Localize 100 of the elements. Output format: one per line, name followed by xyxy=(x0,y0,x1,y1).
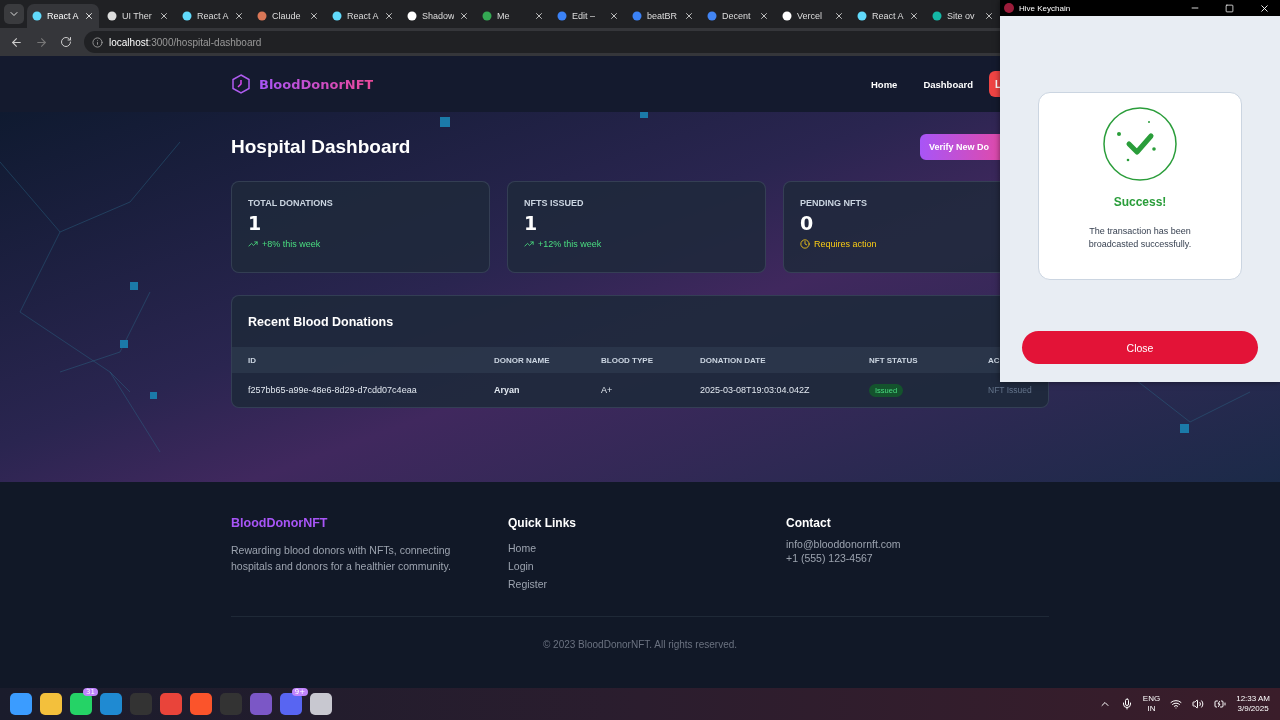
page-title: Hospital Dashboard xyxy=(231,136,411,158)
browser-tab[interactable]: UI Ther xyxy=(102,4,174,28)
check-circle-icon xyxy=(1103,107,1177,181)
taskbar-app-icon[interactable] xyxy=(70,693,92,715)
taskbar-app-icon[interactable] xyxy=(40,693,62,715)
table-cell-text: A+ xyxy=(601,385,614,395)
reload-icon[interactable] xyxy=(60,36,72,48)
stat-label: TOTAL DONATIONS xyxy=(248,198,334,208)
volume-icon[interactable] xyxy=(1192,698,1205,710)
footer-link[interactable]: Home xyxy=(508,542,786,554)
column-header: BLOOD TYPE xyxy=(601,355,654,365)
brand-name: BloodDonorNFT xyxy=(259,76,374,92)
browser-tab[interactable]: Decent xyxy=(702,4,774,28)
column-header: DONOR NAME xyxy=(494,355,551,365)
hexagon-logo-icon xyxy=(231,74,251,94)
browser-tab[interactable]: Shadow xyxy=(402,4,474,28)
browser-tab[interactable]: React A xyxy=(177,4,249,28)
stat-label: NFTS ISSUED xyxy=(524,198,585,208)
contact-text: +1 (555) 123-4567 xyxy=(786,552,874,564)
success-message: The transaction has been broadcasted successfully. xyxy=(1087,225,1193,251)
close-icon[interactable] xyxy=(759,11,769,21)
close-icon[interactable] xyxy=(309,11,319,21)
favicon-icon xyxy=(482,11,492,21)
table-cell-text: f257bb65-a99e-48e6-8d29-d7cdd07c4eaa xyxy=(248,385,418,395)
nav-link[interactable]: Dashboard xyxy=(923,78,973,90)
close-icon[interactable] xyxy=(909,11,919,21)
column-header: AC xyxy=(988,355,1001,365)
footer-brand: BloodDonorNFT xyxy=(231,516,329,530)
taskbar-app-icon[interactable] xyxy=(160,693,182,715)
trending-up-icon xyxy=(524,239,534,249)
close-icon[interactable] xyxy=(984,11,994,21)
taskbar-app-icon[interactable] xyxy=(280,693,302,715)
stat-note: +8% this week xyxy=(262,239,321,249)
close-icon[interactable] xyxy=(234,11,244,21)
browser-tab[interactable]: Edit – xyxy=(552,4,624,28)
stat-note: +12% this week xyxy=(538,239,602,249)
browser-tab[interactable]: React A xyxy=(27,4,99,28)
table-cell-text: Aryan xyxy=(494,385,521,395)
copyright-text: © 2023 BloodDonorNFT. All rights reserved. xyxy=(541,639,739,650)
favicon-icon xyxy=(707,11,717,21)
browser-tab[interactable]: Vercel xyxy=(777,4,849,28)
browser-tab[interactable]: Claude xyxy=(252,4,324,28)
footer-link[interactable]: Register xyxy=(508,578,786,590)
maximize-icon[interactable] xyxy=(1225,3,1234,13)
taskbar-app-icon[interactable] xyxy=(190,693,212,715)
column-header: DONATION DATE xyxy=(700,355,767,365)
taskbar-app-icon[interactable] xyxy=(310,693,332,715)
favicon-icon xyxy=(632,11,642,21)
forward-icon[interactable] xyxy=(35,35,48,49)
footer-link[interactable]: Login xyxy=(508,560,786,572)
nav-link[interactable]: Home xyxy=(870,78,898,90)
close-icon[interactable] xyxy=(834,11,844,21)
favicon-icon xyxy=(32,11,42,21)
favicon-icon xyxy=(557,11,567,21)
close-icon[interactable] xyxy=(684,11,694,21)
footer-heading: Contact xyxy=(786,516,832,530)
key-logo-icon xyxy=(1004,3,1014,13)
taskbar-app-icon[interactable] xyxy=(100,693,122,715)
close-icon[interactable] xyxy=(159,11,169,21)
browser-tab[interactable]: beatBR xyxy=(627,4,699,28)
taskbar-app-icon[interactable] xyxy=(10,693,32,715)
success-heading: Success! xyxy=(1113,195,1167,209)
close-icon[interactable] xyxy=(609,11,619,21)
action-label: NFT Issued xyxy=(988,385,1033,395)
favicon-icon xyxy=(182,11,192,21)
clock-icon xyxy=(800,239,810,249)
tab-list-button[interactable] xyxy=(4,4,24,24)
close-icon[interactable] xyxy=(384,11,394,21)
clock-display[interactable]: 12:33 AM 3/9/2025 xyxy=(1236,694,1270,714)
stat-value: 1 xyxy=(524,212,539,234)
browser-tab[interactable]: React A xyxy=(327,4,399,28)
column-header: ID xyxy=(248,355,257,365)
browser-tab[interactable]: Site ov xyxy=(927,4,999,28)
column-header: NFT STATUS xyxy=(869,355,919,365)
favicon-icon xyxy=(857,11,867,21)
close-icon[interactable] xyxy=(1259,2,1270,14)
close-button[interactable]: Close xyxy=(1022,331,1258,364)
footer-tagline: Rewarding blood donors with NFTs, connecting hospitals and donors for a healthier community. xyxy=(231,543,452,574)
wifi-icon[interactable] xyxy=(1170,698,1183,710)
browser-tab[interactable]: Me xyxy=(477,4,549,28)
favicon-icon xyxy=(257,11,267,21)
back-icon[interactable] xyxy=(10,35,23,49)
favicon-icon xyxy=(932,11,942,21)
table-cell-text: 2025-03-08T19:03:04.042Z xyxy=(700,385,811,395)
stat-value: 0 xyxy=(800,212,815,234)
close-icon[interactable] xyxy=(534,11,544,21)
favicon-icon xyxy=(782,11,792,21)
info-icon[interactable] xyxy=(92,36,103,48)
language-indicator[interactable]: ENG IN xyxy=(1142,694,1161,714)
card-title: Recent Blood Donations xyxy=(247,313,395,331)
stat-label: PENDING NFTS xyxy=(800,198,868,208)
stat-note: Requires action xyxy=(814,239,877,249)
close-icon[interactable] xyxy=(459,11,469,21)
microphone-icon[interactable] xyxy=(1120,698,1133,710)
close-icon[interactable] xyxy=(84,11,94,21)
browser-tab[interactable]: React A xyxy=(852,4,924,28)
favicon-icon xyxy=(332,11,342,21)
battery-icon[interactable] xyxy=(1214,698,1227,710)
footer-heading: Quick Links xyxy=(508,516,578,530)
favicon-icon xyxy=(407,11,417,21)
